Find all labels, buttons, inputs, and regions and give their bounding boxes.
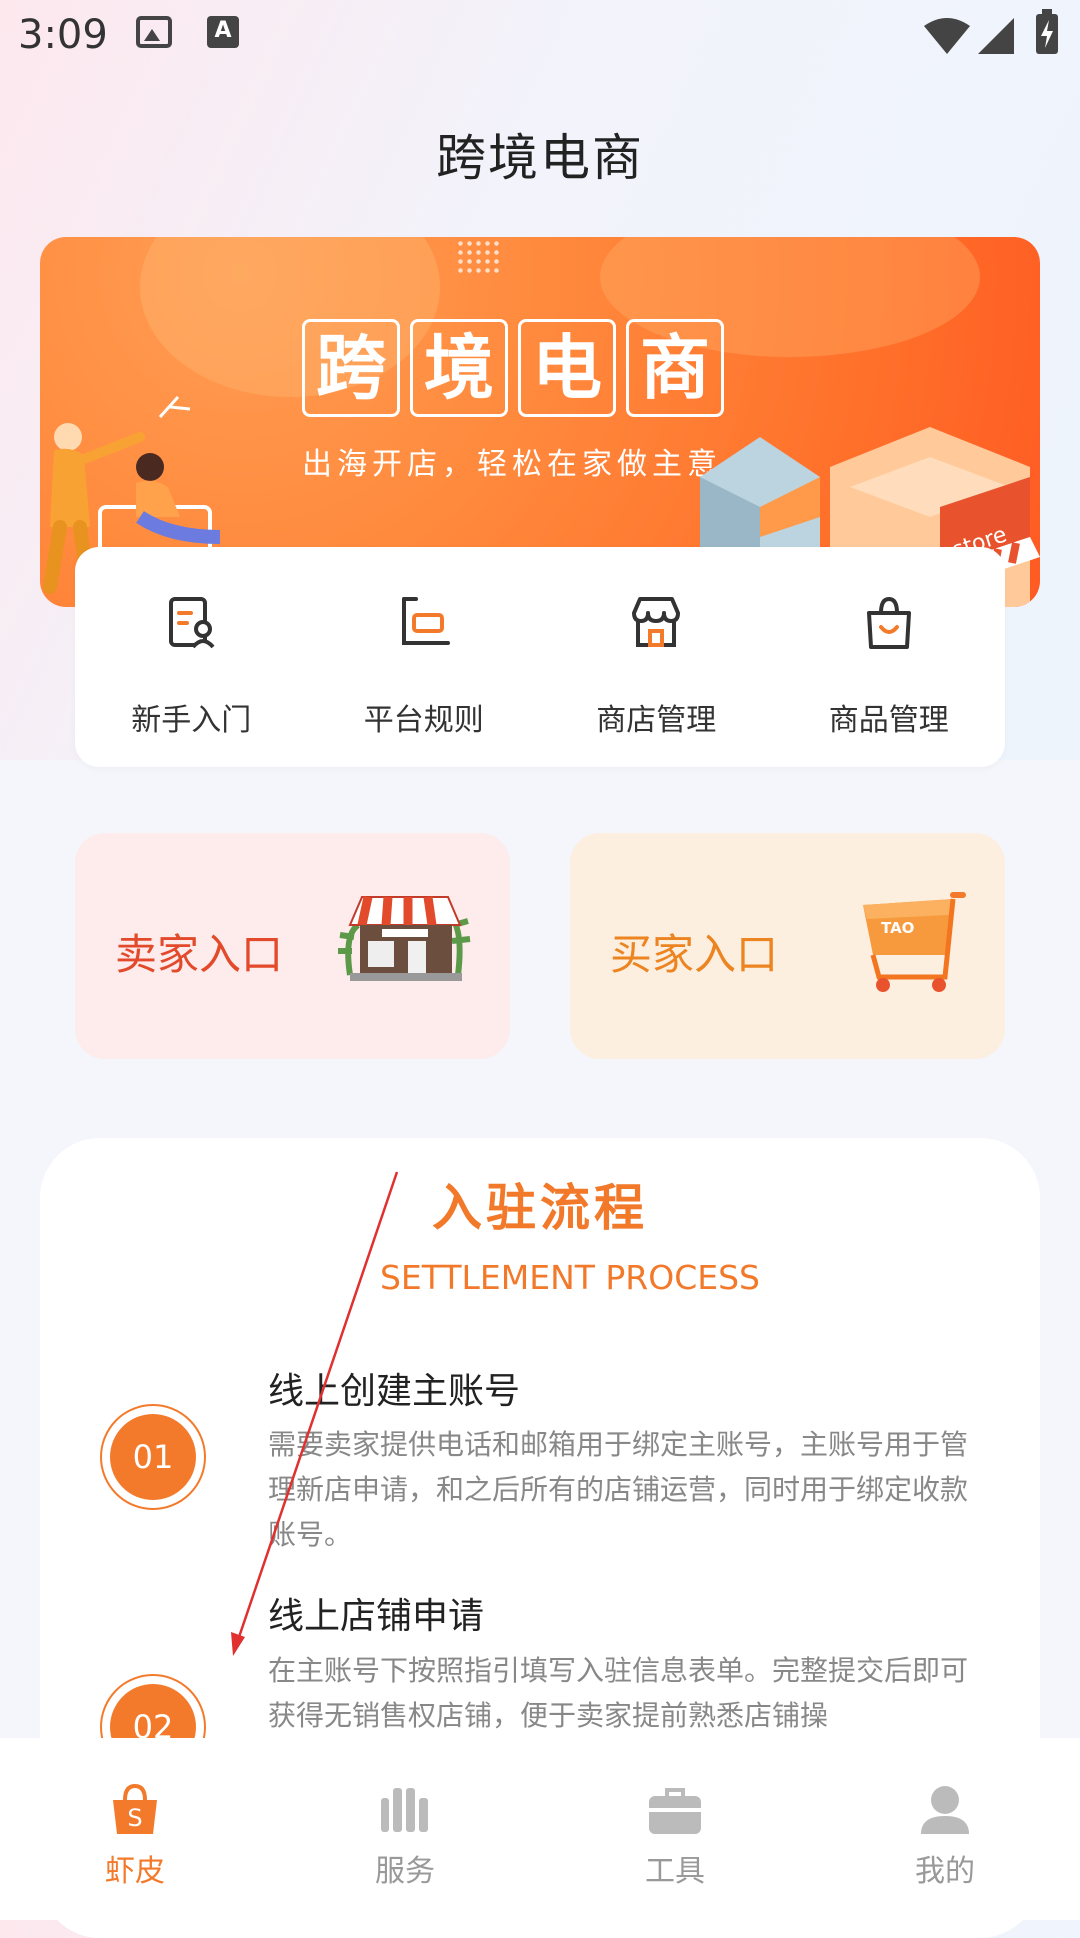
- store-management-icon: [632, 597, 681, 647]
- image-notification-icon: [136, 16, 172, 48]
- quick-item-label: 商品管理: [828, 703, 949, 738]
- nav-tab-me[interactable]: 我的: [810, 1738, 1080, 1920]
- svg-text:S: S: [127, 1804, 142, 1832]
- step-description: 在主账号下按照指引填写入驻信息表单。完整提交后即可获得无销售权店铺，便于卖家提前…: [268, 1654, 969, 1732]
- step-description: 需要卖家提供电话和邮箱用于绑定主账号，主账号用于管理新店申请，和之后所有的店铺运…: [268, 1428, 969, 1551]
- banner-title: 跨 境 电 商: [302, 319, 724, 417]
- banner-slogan: 出海开店，轻松在家做主意: [302, 447, 722, 482]
- cart-text: TAO: [881, 919, 914, 937]
- status-time: 3:09: [18, 12, 108, 58]
- step-title: 线上创建主账号: [268, 1371, 521, 1412]
- storefront-illustration: [338, 896, 471, 981]
- status-bar: 3:09 A: [0, 0, 1080, 74]
- quick-item-platform-rules[interactable]: 平台规则: [308, 547, 541, 767]
- nav-tab-label: 虾皮: [105, 1854, 165, 1889]
- step-number-badge: 01: [100, 1404, 206, 1510]
- text-notification-icon: A: [207, 16, 239, 48]
- nav-tab-label: 服务: [375, 1854, 435, 1889]
- shopee-bag-icon: S: [113, 1784, 157, 1834]
- quick-item-store-management[interactable]: 商店管理: [540, 547, 773, 767]
- bottom-navigation: S 虾皮 服务 工具 我的: [0, 1738, 1080, 1920]
- wifi-icon: [924, 18, 970, 54]
- settlement-title: 入驻流程: [432, 1179, 648, 1237]
- nav-tab-service[interactable]: 服务: [270, 1738, 540, 1920]
- quick-item-label: 新手入门: [131, 703, 252, 738]
- service-icon: [381, 1788, 428, 1832]
- beginner-guide-icon: [169, 597, 215, 649]
- buyer-entry-label: 买家入口: [610, 930, 779, 979]
- banner-title-char: 境: [410, 319, 508, 417]
- platform-rules-icon: [401, 597, 450, 645]
- buyer-entry-card[interactable]: 买家入口 TAO: [570, 833, 1005, 1059]
- seller-entry-label: 卖家入口: [115, 930, 284, 979]
- shopping-cart-illustration: TAO: [863, 892, 966, 992]
- toolbox-icon: [649, 1788, 701, 1834]
- nav-tab-tools[interactable]: 工具: [540, 1738, 810, 1920]
- cellular-signal-icon: [978, 18, 1014, 54]
- quick-item-label: 商店管理: [596, 703, 717, 738]
- product-management-icon: [866, 596, 911, 649]
- banner-title-char: 跨: [302, 319, 400, 417]
- nav-tab-label: 工具: [645, 1854, 705, 1889]
- nav-tab-label: 我的: [915, 1854, 975, 1889]
- step-number: 01: [110, 1414, 196, 1500]
- seller-entry-card[interactable]: 卖家入口: [75, 833, 510, 1059]
- battery-icon: [1036, 9, 1058, 54]
- nav-tab-shopee[interactable]: S 虾皮: [0, 1738, 270, 1920]
- quick-item-product-management[interactable]: 商品管理: [773, 547, 1006, 767]
- quick-menu: 新手入门 平台规则 商店管理 商品管理: [75, 547, 1005, 767]
- quick-item-beginner-guide[interactable]: 新手入门: [75, 547, 308, 767]
- settlement-subtitle: SETTLEMENT PROCESS: [379, 1258, 760, 1297]
- step-title: 线上店铺申请: [268, 1596, 485, 1637]
- banner-dots-decoration: [456, 239, 500, 273]
- banner-title-char: 电: [518, 319, 616, 417]
- page-title: 跨境电商: [436, 129, 644, 187]
- quick-item-label: 平台规则: [363, 703, 484, 738]
- profile-icon: [921, 1786, 969, 1834]
